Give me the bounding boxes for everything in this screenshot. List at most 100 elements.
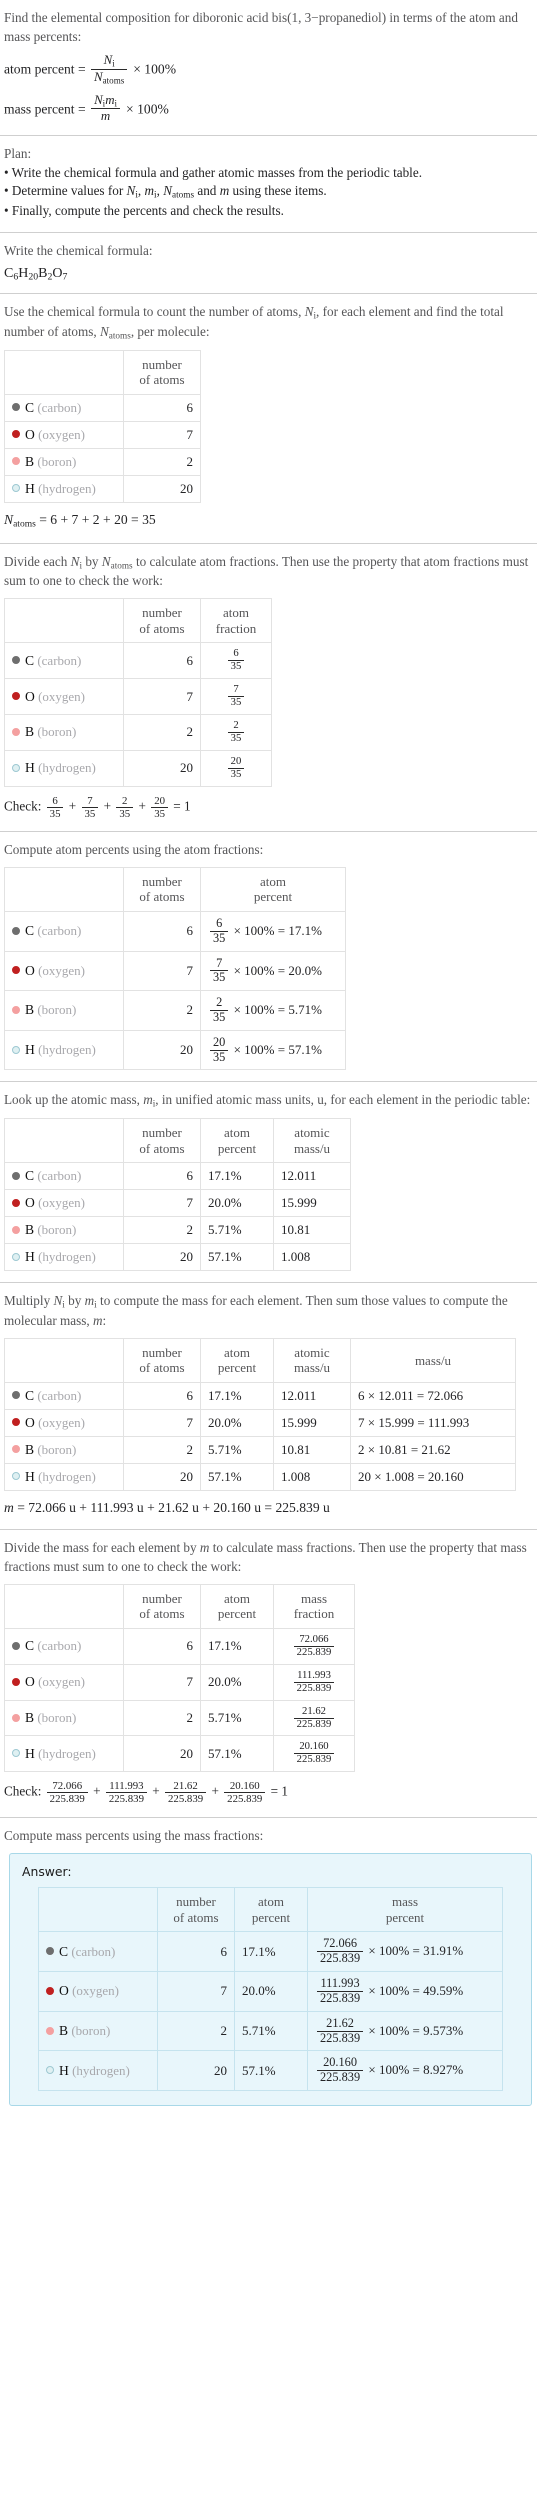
- atom-percent-value: 57.1%: [234, 2050, 308, 2091]
- header-mass-percent: mass percent: [307, 1887, 503, 1933]
- times-100-label: × 100%: [368, 2062, 410, 2078]
- element-symbol: O: [25, 688, 35, 704]
- header-atom-percent: atom percent: [234, 1887, 308, 1933]
- atom-count-value: 7: [123, 1663, 201, 1701]
- mass-percent-expression: 111.993 225.839 × 100% = 49.59%: [307, 1971, 503, 2012]
- header-atom-percent: atom percent: [200, 1583, 274, 1629]
- atom-count-value: 2: [123, 714, 201, 751]
- plan-bullet-3: • Finally, compute the percents and chec…: [4, 203, 284, 219]
- atom-fraction-table-body: C (carbon) 6 6 35 O (oxygen) 7 7 35 B (bor…: [4, 642, 272, 787]
- element-cell-oxygen: O (oxygen): [4, 678, 124, 716]
- check-fraction: 6 35: [46, 795, 64, 820]
- header-atomic-mass: atomic mass/u: [273, 1337, 351, 1383]
- element-mass-text: Multiply Ni by mi to compute the mass fo…: [4, 1293, 508, 1328]
- atom-fraction-table: number of atoms atom fraction C (carbon) 6…: [4, 598, 272, 787]
- element-cell-carbon: C (carbon): [4, 1162, 124, 1191]
- molecular-mass-value: = 72.066 u + 111.993 u + 21.62 u + 20.16…: [17, 1499, 330, 1515]
- atom-percent-fraction: Ni Natoms: [91, 53, 128, 86]
- header-atom-percent: atom percent: [200, 1337, 274, 1383]
- element-color-dot-icon: [12, 763, 20, 772]
- element-symbol: C: [25, 1387, 35, 1403]
- element-color-dot-icon: [12, 1472, 20, 1481]
- mass-percent-definition-label: mass percent =: [4, 101, 90, 117]
- check-label: Check:: [4, 1783, 42, 1799]
- atom-percent-result: = 20.0%: [277, 962, 322, 978]
- element-color-dot-icon: [12, 727, 20, 736]
- header-blank: [4, 598, 124, 644]
- atom-count-value: 7: [123, 678, 201, 716]
- element-symbol: C: [25, 1638, 35, 1654]
- element-color-dot-icon: [12, 1045, 20, 1054]
- chemical-formula-value: C6H20B2O7: [4, 266, 533, 283]
- atom-count-value: 20: [123, 1029, 201, 1071]
- element-cell-carbon: C (carbon): [4, 1627, 124, 1665]
- atom-count-value: 2: [123, 447, 201, 476]
- table-header-row: number of atoms: [4, 349, 201, 395]
- element-name: (carbon): [37, 399, 82, 415]
- atom-fraction-text-b: by: [82, 553, 102, 569]
- table-row: H (hydrogen) 20: [4, 474, 201, 503]
- atom-count-value: 7: [123, 950, 201, 992]
- total-atoms-value: = 6 + 7 + 2 + 20 = 35: [39, 511, 156, 527]
- element-name: (boron): [37, 1222, 77, 1238]
- check-fraction: 20.160 225.839: [224, 1780, 266, 1805]
- element-mass-section: Multiply Ni by mi to compute the mass fo…: [0, 1283, 537, 1529]
- element-color-dot-icon: [46, 1947, 54, 1956]
- element-name: (oxygen): [38, 962, 86, 978]
- header-number-of-atoms: number of atoms: [157, 1887, 235, 1933]
- element-mass-text-d: :: [102, 1312, 107, 1328]
- check-result: = 1: [270, 1783, 288, 1799]
- element-name: (carbon): [37, 652, 82, 668]
- atom-fraction-text: Divide each Ni by Natoms to calculate at…: [4, 553, 529, 589]
- mass-fraction-value: 111.993 225.839: [273, 1663, 355, 1701]
- element-mass-expression: 2 × 10.81 = 21.62: [350, 1435, 516, 1464]
- table-row: B (boron) 2 2 35 × 100% = 5.71%: [4, 990, 346, 1031]
- table-row: B (boron) 2 5.71% 10.81 2 × 10.81 = 21.6…: [4, 1435, 516, 1464]
- mass-percent-section: Compute mass percents using the mass fra…: [0, 1818, 537, 2116]
- element-color-dot-icon: [12, 692, 20, 701]
- atom-percent-result: = 5.71%: [277, 1002, 322, 1018]
- table-row: C (carbon) 6: [4, 393, 201, 422]
- atom-count-value: 6: [123, 393, 201, 422]
- mass-percent-table: number of atoms atom percent mass percent C…: [38, 1887, 503, 2091]
- atom-count-value: 20: [157, 2050, 235, 2091]
- atom-count-text: Use the chemical formula to count the nu…: [4, 304, 504, 341]
- element-name: (oxygen): [38, 1674, 86, 1690]
- header-blank: [38, 1887, 158, 1933]
- element-mass-table: number of atoms atom percent atomic mass/u …: [4, 1337, 516, 1491]
- times-100-label: × 100%: [368, 2022, 410, 2038]
- header-atom-percent: atom percent: [200, 1118, 274, 1164]
- table-row: H (hydrogen) 20 57.1% 20.160 225.839 × 10…: [38, 2050, 503, 2091]
- atom-fraction-value: 20 35: [200, 749, 272, 787]
- element-name: (oxygen): [38, 1195, 86, 1211]
- element-symbol: C: [59, 1943, 69, 1959]
- times-100-label: × 100%: [233, 1002, 275, 1018]
- element-color-dot-icon: [12, 926, 20, 935]
- mass-percent-expression: 21.62 225.839 × 100% = 9.573%: [307, 2010, 503, 2052]
- element-symbol: H: [25, 1745, 35, 1761]
- element-symbol: H: [25, 1249, 35, 1265]
- atom-percent-expression: 7 35 × 100% = 20.0%: [200, 950, 346, 992]
- atom-count-value: 7: [123, 1189, 201, 1218]
- atom-percent-value: 17.1%: [200, 1162, 274, 1191]
- element-cell-hydrogen: H (hydrogen): [4, 474, 124, 503]
- element-color-dot-icon: [12, 1677, 20, 1686]
- mass-percent-result: = 31.91%: [412, 1943, 464, 1959]
- header-blank: [4, 1583, 124, 1629]
- element-color-dot-icon: [12, 1713, 20, 1722]
- element-name: (carbon): [71, 1943, 116, 1959]
- plus-sign: +: [211, 1783, 219, 1799]
- atom-count-table-body: C (carbon) 6 O (oxygen) 7 B (boron) 2 H …: [4, 393, 201, 503]
- table-row: O (oxygen) 7 20.0% 111.993 225.839 × 100%…: [38, 1971, 503, 2012]
- atom-percent-value: 17.1%: [234, 1931, 308, 1973]
- element-color-dot-icon: [12, 457, 20, 466]
- element-symbol: O: [59, 1983, 69, 1999]
- element-symbol: C: [25, 652, 35, 668]
- mass-percent-expression: 20.160 225.839 × 100% = 8.927%: [307, 2050, 503, 2091]
- element-cell-boron: B (boron): [4, 447, 124, 476]
- table-row: C (carbon) 6 17.1% 72.066 225.839 × 100% …: [38, 1931, 503, 1973]
- element-mass-text-a: Multiply: [4, 1293, 54, 1309]
- element-mass-text-b: by: [64, 1293, 85, 1309]
- element-symbol: B: [25, 1441, 35, 1457]
- element-cell-oxygen: O (oxygen): [4, 1408, 124, 1437]
